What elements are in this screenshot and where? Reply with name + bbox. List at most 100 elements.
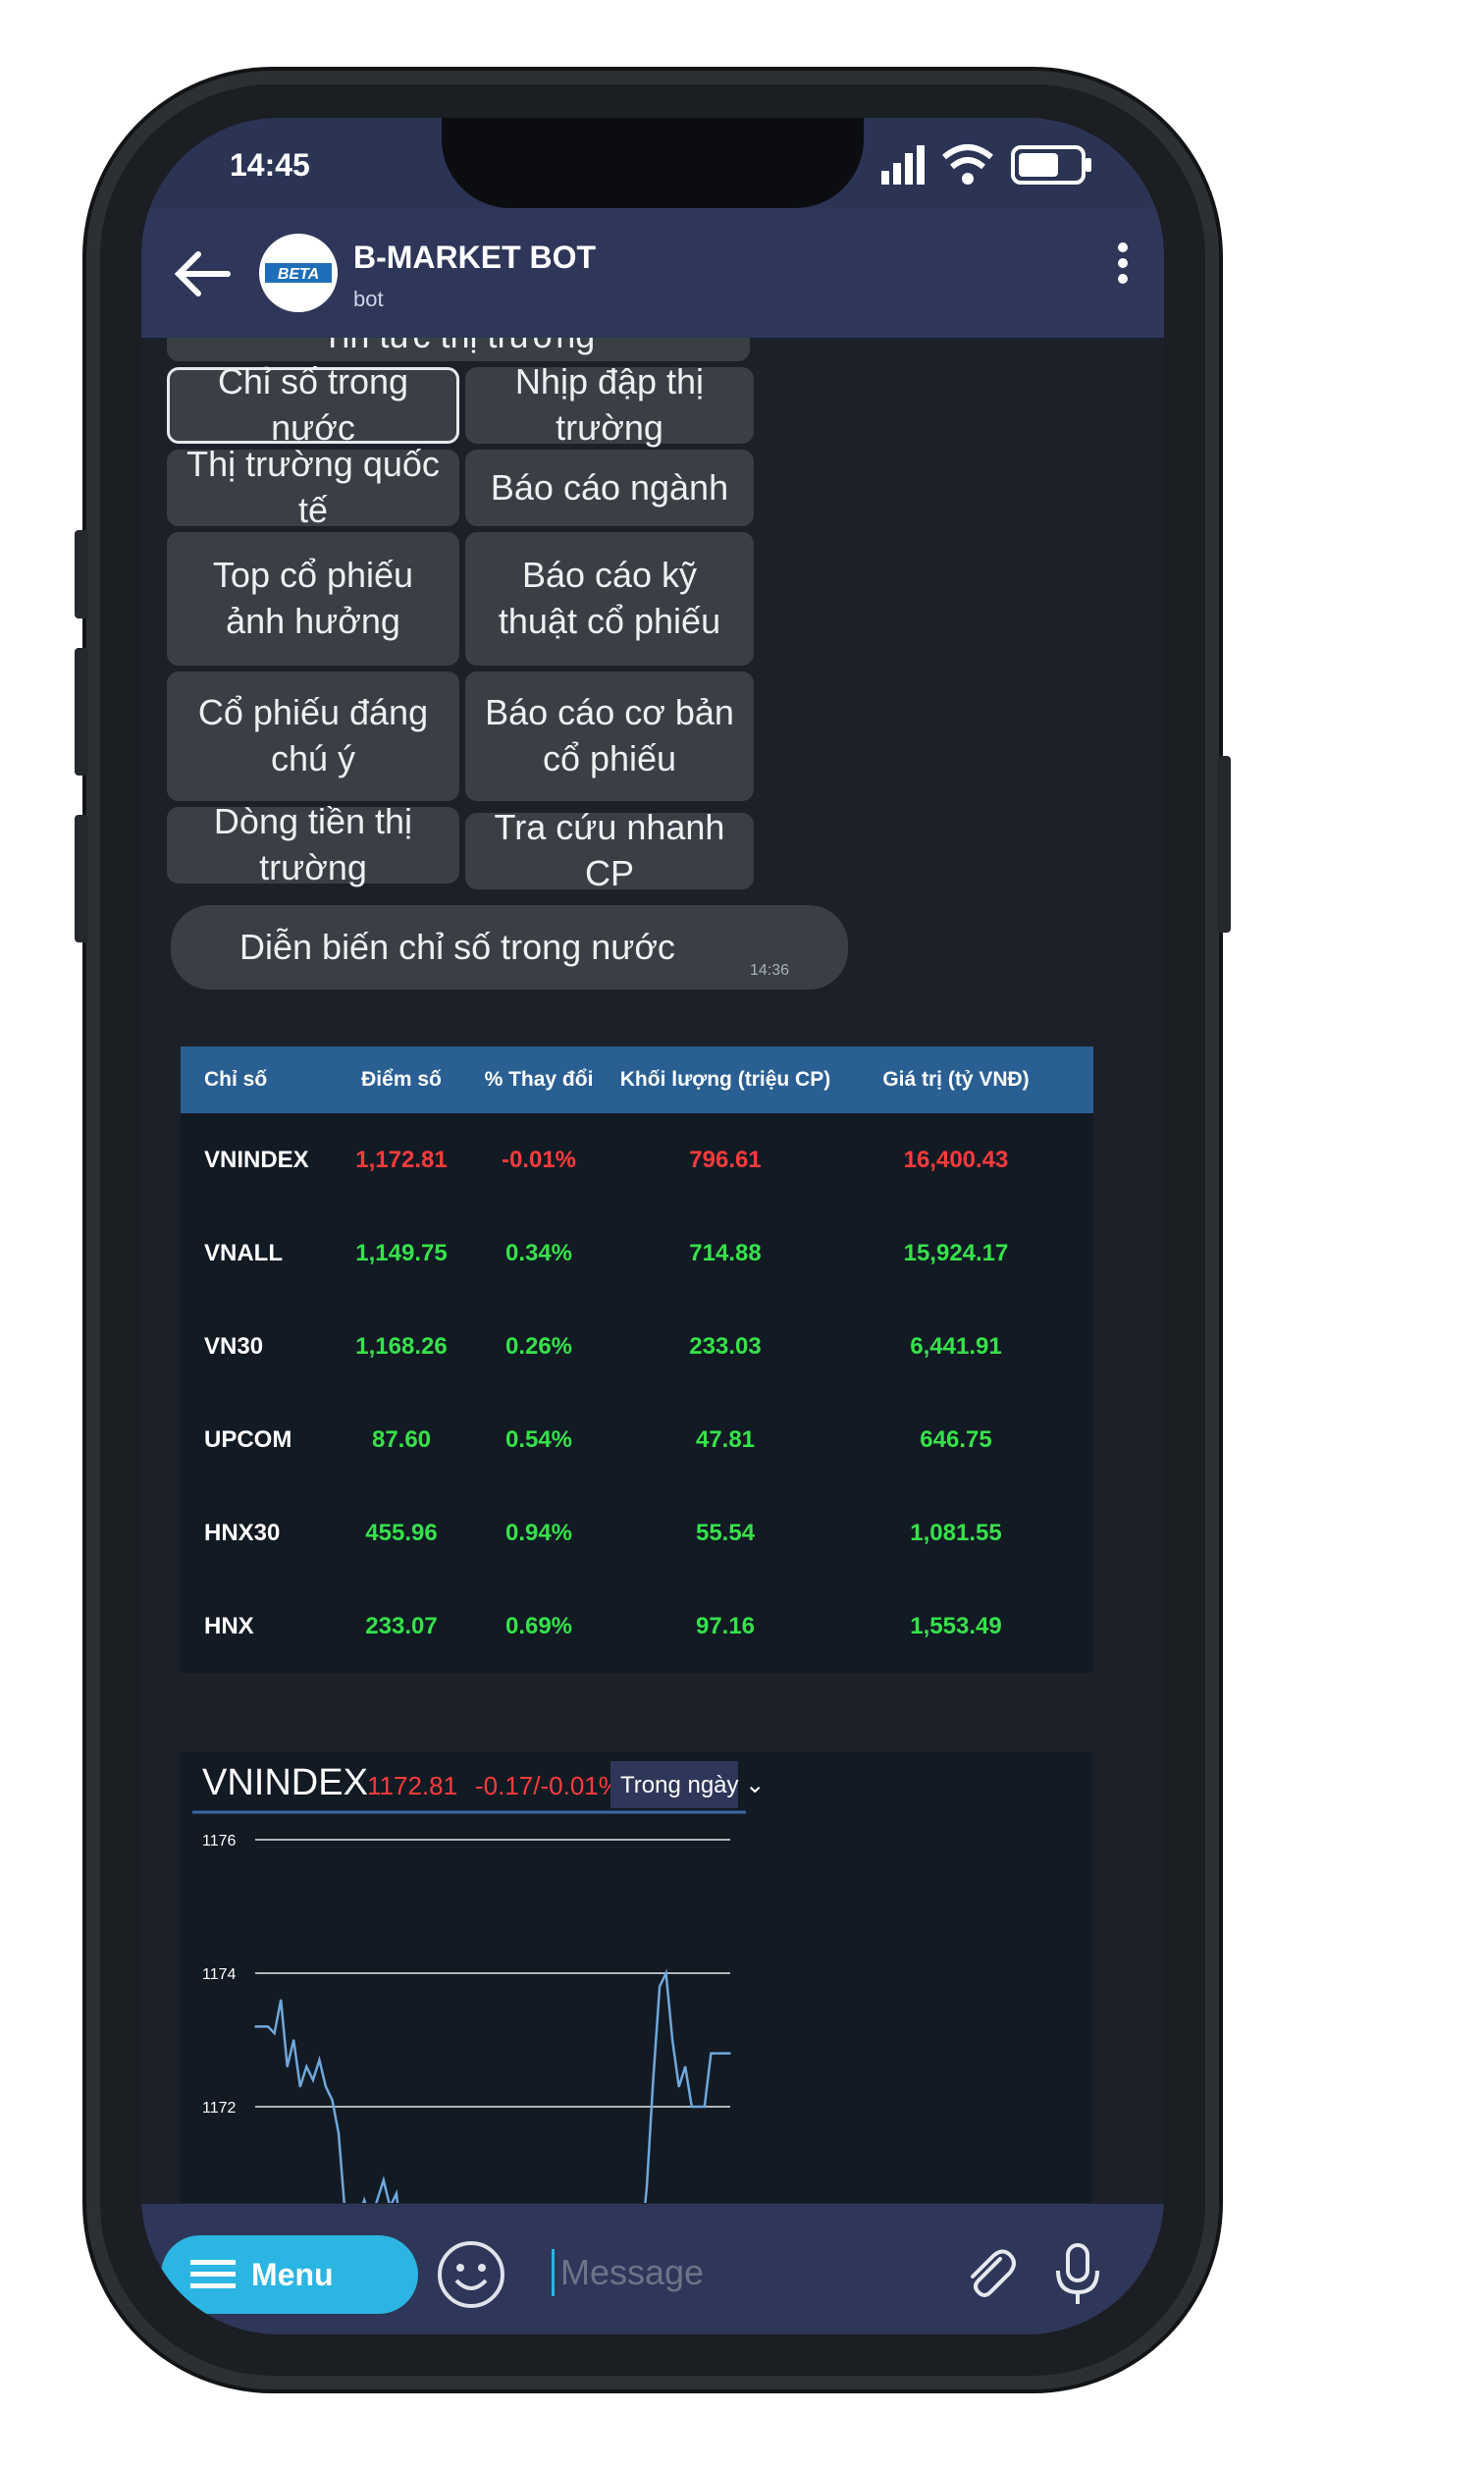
table-row: HNX30 455.96 0.94% 55.54 1,081.55 [181,1486,1093,1580]
cell-index-name: VN30 [204,1332,264,1360]
data-point [652,2079,655,2081]
keyboard-button-label: Báo cáo kỹ thuật cổ phiếu [498,555,721,641]
menu-button[interactable]: Menu [161,2235,418,2314]
col-header-point: Điểm số [361,1068,442,1091]
keyboard-button-notable-stocks[interactable]: Cổ phiếu đáng chú ý [167,671,459,801]
cell-value: 6,441.91 [910,1332,1002,1360]
cell-point: 233.07 [365,1612,438,1639]
signal-icon [881,145,925,185]
data-point [684,2065,686,2067]
index-line-chart: VNINDEX 1172.81 -0.17/-0.01% Trong ngày ⌄ 11… [192,1761,765,2203]
data-point [729,2052,731,2055]
cell-change: -0.01% [501,1146,577,1173]
more-options-icon[interactable] [1115,238,1131,300]
cell-change: 0.26% [504,1332,573,1360]
menu-button-label: Menu [251,2256,334,2292]
cell-change: 0.69% [504,1612,573,1639]
message-bubble: Diễn biến chỉ số trong nước 14:36 [171,905,848,990]
data-point [318,2059,321,2062]
back-arrow-icon[interactable] [169,240,238,308]
cell-value: 16,400.43 [903,1146,1009,1173]
series-line [255,1968,730,2203]
chart-title: VNINDEX [202,1762,368,1803]
data-point [325,2085,327,2088]
y-tick-label: 1176 [202,1833,237,1850]
table-row: VNALL 1,149.75 0.34% 714.88 15,924.17 [181,1206,1093,1300]
cell-volume: 47.81 [695,1425,756,1453]
cell-index-name: HNX30 [204,1519,281,1546]
keyboard-button-top-influence[interactable]: Top cổ phiếu ảnh hưởng [167,532,459,666]
cell-index-name: HNX [204,1612,254,1639]
cell-point: 87.60 [371,1425,432,1453]
chat-title: B-MARKET BOT [353,240,597,275]
keyboard-button-label: Nhịp đập thị trường [514,361,705,448]
data-point [376,2199,379,2201]
data-point [697,2106,700,2108]
data-point [267,2025,269,2028]
keyboard-button-label: Báo cáo cơ bản cổ phiếu [485,692,734,778]
menu-bars-icon [190,2260,236,2288]
chart-change: -0.17/-0.01% [475,1771,621,1800]
data-point [363,2199,365,2201]
keyboard-button-label: Thị trường quốc tế [186,444,440,530]
keyboard-button-label: Chỉ số trong nước [217,361,409,448]
cell-index-name: VNALL [204,1239,283,1266]
keyboard-button-market-pulse[interactable]: Nhịp đập thị trường [465,361,754,448]
attachment-icon[interactable] [961,2245,1020,2304]
keyboard-button-label: Tra cứu nhanh CP [494,807,725,893]
cell-value: 1,553.49 [910,1612,1002,1639]
cell-index-name: UPCOM [204,1425,292,1453]
avatar-logo-text: BETA [278,266,319,283]
index-table: Chỉ số Điểm số % Thay đổi Khối lượng (tr… [181,1046,1093,1673]
cell-volume: 796.61 [689,1146,762,1173]
message-input[interactable]: Message [552,2249,704,2296]
keyboard-button-label: Top cổ phiếu ảnh hưởng [212,555,414,641]
side-button-left-3 [75,815,88,942]
chat-area: Tin tức thị trường Chỉ số trong nước Nhị… [141,338,1164,2203]
data-point [664,1972,667,1974]
period-select-label[interactable]: Trong ngày ⌄ [620,1772,765,1798]
data-point [704,2106,706,2108]
cell-value: 646.75 [920,1425,992,1453]
data-point [646,2185,648,2188]
emoji-icon[interactable] [436,2239,506,2310]
data-point [396,2192,398,2195]
data-point [273,2032,276,2034]
chat-header: BETA B-MARKET BOT bot [141,208,1164,338]
keyboard-button-money-flow[interactable]: Dòng tiền thị trường [167,801,459,887]
table-row: HNX 233.07 0.69% 97.16 1,553.49 [181,1580,1093,1673]
microphone-icon[interactable] [1052,2241,1103,2308]
chart-price: 1172.81 [367,1771,457,1800]
keyboard-button-label: Báo cáo ngành [490,466,729,508]
data-point [280,1999,282,2001]
status-bar: 14:45 [141,118,1164,208]
col-header-index: Chỉ số [204,1068,268,1091]
table-row: UPCOM 87.60 0.54% 47.81 646.75 [181,1393,1093,1486]
keyboard-button-international-market[interactable]: Thị trường quốc tế [167,444,459,530]
keyboard-button-domestic-index[interactable]: Chỉ số trong nước [167,361,459,448]
col-header-volume: Khối lượng (triệu CP) [619,1068,831,1091]
table-header: Chỉ số Điểm số % Thay đổi Khối lượng (tr… [181,1046,1093,1113]
bot-avatar[interactable]: BETA [259,234,338,312]
data-point [659,1985,661,1988]
side-button-left-1 [75,530,88,618]
keyboard-button-fundamental-report[interactable]: Báo cáo cơ bản cổ phiếu [465,671,754,801]
cell-point: 1,172.81 [355,1146,448,1173]
side-button-left-2 [75,648,88,776]
cell-value: 1,081.55 [910,1519,1002,1546]
keyboard-button-technical-report[interactable]: Báo cáo kỹ thuật cổ phiếu [465,532,754,666]
keyboard-button-quick-lookup[interactable]: Tra cứu nhanh CP [465,807,754,893]
cell-change: 0.34% [504,1239,573,1266]
data-point [710,2052,713,2055]
cell-volume: 97.16 [695,1612,756,1639]
cell-volume: 233.03 [689,1332,762,1360]
cell-point: 1,168.26 [355,1332,448,1360]
cell-change: 0.94% [504,1519,573,1546]
data-point [260,2025,263,2028]
message-composer: Menu Message [141,2204,1164,2334]
data-point [331,2099,334,2101]
keyboard-button-industry-report[interactable]: Báo cáo ngành [465,450,754,526]
keyboard-button-market-news[interactable]: Tin tức thị trường [167,338,750,361]
message-input-placeholder: Message [560,2252,705,2292]
data-point [691,2106,693,2108]
